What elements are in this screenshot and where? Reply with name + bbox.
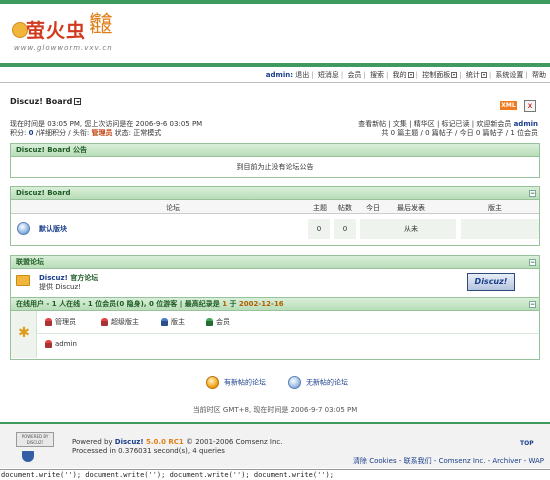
group-moderator[interactable]: 版主 — [161, 317, 185, 327]
col-today: 今日 — [366, 204, 380, 212]
member-user-icon — [206, 318, 213, 326]
footer-links[interactable]: 清除 Cookies - 联系我们 - Comsenz Inc. - Archi… — [353, 456, 544, 466]
totals: 共 0 篇主题 / 0 篇帖子 / 今日 0 篇帖子 / 1 位会员 — [381, 129, 538, 137]
col-forum: 论坛 — [166, 204, 180, 212]
footer-credits: Powered by Discuz! 5.0.0 RC1 © 2001-2006… — [72, 438, 283, 455]
col-last-post: 最后发表 — [397, 204, 425, 212]
footer: POWERED BY DISCUZ! Powered by Discuz! 5.… — [0, 422, 550, 468]
user-icon — [45, 340, 52, 348]
legend-old: 无新帖的论坛 — [288, 376, 348, 389]
product-link[interactable]: Discuz! — [115, 438, 144, 446]
online-user-admin[interactable]: admin — [45, 340, 77, 348]
processed-info: Processed in 0.376031 second(s), 4 queri… — [72, 447, 225, 455]
status-bar: document.write(''); document.write(''); … — [0, 469, 550, 480]
forum-posts: 0 — [334, 219, 356, 239]
site-logo[interactable]: 萤火虫 综合社区 www.glowworm.vxv.cn — [12, 10, 172, 60]
col-posts: 帖数 — [338, 204, 352, 212]
logo-url: www.glowworm.vxv.cn — [14, 44, 113, 52]
menu-admin[interactable]: 系统设置 — [495, 71, 523, 79]
menu-my[interactable]: 我的 — [393, 71, 407, 79]
timezone-line: 当前时区 GMT+8, 现在时间是 2006-9-7 03:05 PM — [192, 406, 358, 414]
menu-control-panel[interactable]: 控制面板 — [422, 71, 450, 79]
forum-row: 默认版块 0 0 0 从未 — [11, 214, 539, 245]
forum-moderators — [461, 219, 539, 239]
admin-user-icon — [45, 318, 52, 326]
announcement-header: Discuz! Board 公告 — [11, 144, 539, 157]
points-line: 积分: 0 /详细积分 / 头衔: 管理员 状态: 正常模式 — [10, 129, 162, 137]
announcement-box: Discuz! Board 公告 到目前为止没有论坛公告 — [10, 143, 540, 178]
menu-divider — [0, 82, 550, 83]
forum-last-post: 从未 — [366, 219, 456, 239]
visit-time: 现在时间是 03:05 PM, 您上次访问是在 2006-9-6 03:05 P… — [10, 120, 203, 128]
menu-stats-dropdown-icon[interactable] — [480, 72, 487, 78]
online-users-box: 在线用户 - 1 人在线 - 1 位会员(0 隐身), 0 位游客 | 最高纪录… — [10, 298, 540, 360]
board-breadcrumb[interactable]: Discuz! Board — [10, 97, 82, 106]
new-posts-icon — [206, 376, 219, 389]
user-info: 现在时间是 03:05 PM, 您上次访问是在 2006-9-6 03:05 P… — [10, 120, 202, 138]
super-mod-user-icon — [101, 318, 108, 326]
menu-username[interactable]: admin: — [266, 71, 293, 79]
online-header[interactable]: 在线用户 - 1 人在线 - 1 位会员(0 隐身), 0 位游客 | 最高纪录… — [11, 298, 539, 311]
back-to-top-link[interactable]: TOP — [520, 440, 534, 447]
no-new-posts-icon — [288, 376, 301, 389]
online-body: ✱ 管理员 超级版主 版主 会员 admin — [11, 311, 539, 358]
links-header: 联盟论坛 − — [11, 256, 539, 269]
legend-new: 有新帖的论坛 — [206, 376, 266, 389]
shield-icon — [22, 451, 34, 462]
close-icon[interactable]: x — [524, 100, 536, 112]
col-threads: 主题 — [313, 204, 327, 212]
menu-stats[interactable]: 统计 — [466, 71, 480, 79]
top-bar — [0, 0, 550, 4]
board-dropdown-icon[interactable] — [74, 98, 82, 105]
online-divider — [37, 333, 539, 334]
discuz-banner-logo[interactable]: Discuz! — [467, 273, 515, 291]
group-super-moderator[interactable]: 超级版主 — [101, 317, 139, 327]
board-stats: 查看新帖 | 文集 | 精华区 | 标记已读 | 欢迎新会员 admin 共 0… — [358, 120, 538, 138]
forum-list-header: Discuz! Board − — [11, 187, 539, 200]
links-body: Discuz! 官方论坛 提供 Discuz! Discuz! — [11, 269, 539, 297]
xml-feed-button[interactable]: XML — [500, 101, 517, 110]
top-menu: admin: 退出 | 短消息 | 会员 | 搜索 | 我的 | 控制面板 | 统计 | 系统… — [265, 71, 546, 79]
moderator-user-icon — [161, 318, 168, 326]
collapse-icon[interactable]: − — [529, 301, 536, 308]
col-moderators: 版主 — [488, 204, 502, 212]
menu-my-dropdown-icon[interactable] — [407, 72, 414, 78]
online-star-icon: ✱ — [18, 325, 30, 341]
board-title[interactable]: Discuz! Board — [10, 97, 72, 106]
collapse-icon[interactable]: − — [529, 259, 536, 266]
forum-name-link[interactable]: 默认版块 — [39, 224, 67, 234]
menu-messages[interactable]: 短消息 — [318, 71, 339, 79]
forum-threads: 0 — [308, 219, 330, 239]
announcement-body: 到目前为止没有论坛公告 — [11, 157, 539, 177]
links-box: 联盟论坛 − Discuz! 官方论坛 提供 Discuz! Discuz! — [10, 255, 540, 298]
group-admin[interactable]: 管理员 — [45, 317, 76, 327]
logo-subtitle: 综合社区 — [90, 12, 112, 35]
newest-member[interactable]: admin — [514, 120, 538, 128]
no-new-posts-icon — [17, 222, 30, 235]
menu-search[interactable]: 搜索 — [370, 71, 384, 79]
forum-columns: 论坛 主题 帖数 今日 最后发表 版主 — [11, 200, 539, 214]
online-icon-cell: ✱ — [11, 311, 37, 358]
menu-members[interactable]: 会员 — [347, 71, 361, 79]
menu-cp-dropdown-icon[interactable] — [451, 72, 458, 78]
powered-by-badge[interactable]: POWERED BY DISCUZ! — [16, 432, 54, 447]
folder-icon — [16, 275, 30, 286]
header-separator — [0, 63, 550, 67]
link-description: 提供 Discuz! — [39, 283, 81, 291]
logo-title: 萤火虫 — [26, 20, 87, 42]
collapse-icon[interactable]: − — [529, 190, 536, 197]
user-title: 管理员 — [91, 129, 113, 137]
quick-links[interactable]: 查看新帖 | 文集 | 精华区 | 标记已读 | 欢迎新会员 admin — [358, 120, 538, 129]
forum-list-box: Discuz! Board − 论坛 主题 帖数 今日 最后发表 版主 默认版块… — [10, 186, 540, 246]
menu-help[interactable]: 帮助 — [532, 71, 546, 79]
group-member[interactable]: 会员 — [206, 317, 230, 327]
menu-logout[interactable]: 退出 — [295, 71, 309, 79]
